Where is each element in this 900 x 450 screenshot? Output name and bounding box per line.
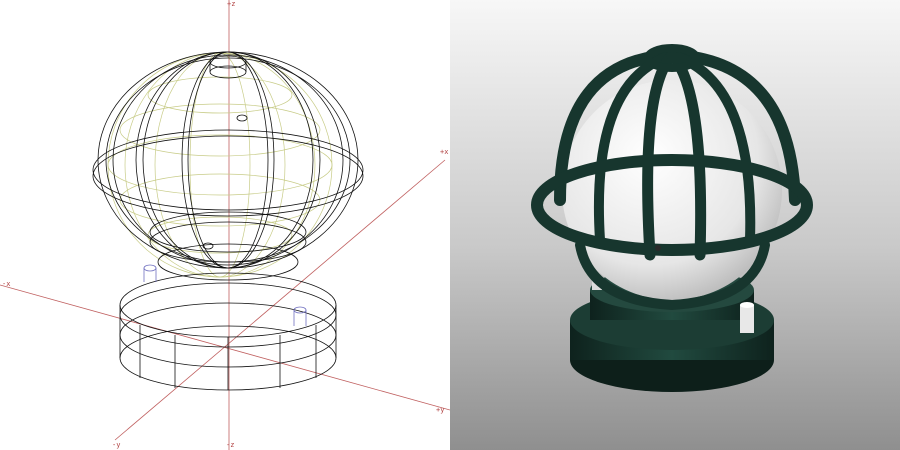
app-stage: +z +x -x +y -y -z (0, 0, 900, 450)
render-viewport[interactable] (450, 0, 900, 450)
wireframe-canvas (0, 0, 450, 450)
render-canvas (531, 44, 813, 392)
axis-label-right-lower: +y (436, 406, 445, 414)
axis-label-right-upper: +x (440, 148, 449, 156)
axes (0, 0, 450, 450)
y-axis (114, 159, 446, 441)
screw (655, 245, 661, 251)
cage-wireframe (92, 51, 364, 281)
axis-label-bottom-left: -y (112, 441, 121, 449)
axis-label-top: +z (227, 0, 236, 8)
x-axis (0, 284, 450, 411)
axis-label-left: -x (2, 280, 11, 288)
base-wireframe (119, 264, 337, 391)
base-post-right (740, 305, 754, 333)
axis-label-bottom: -z (226, 441, 235, 449)
wireframe-viewport[interactable]: +z +x -x +y -y -z (0, 0, 450, 450)
